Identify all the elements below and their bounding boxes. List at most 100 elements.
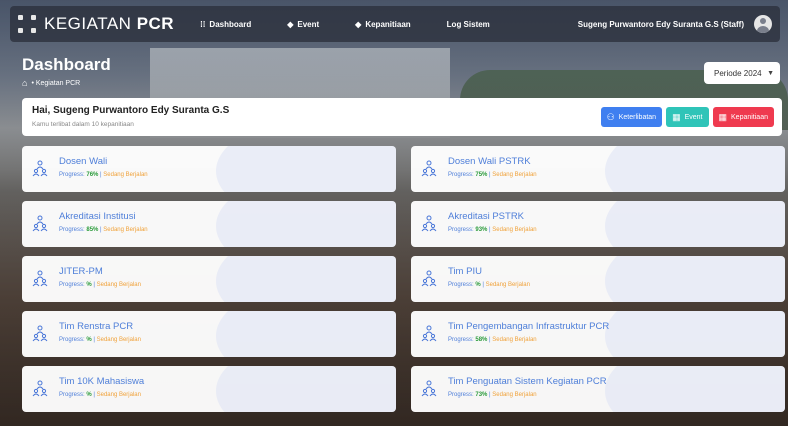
committee-card-3[interactable]: Akreditasi Institusi Progress: 85% | Sed… — [22, 201, 396, 247]
keterlibatan-button[interactable]: ⚇ Keterlibatan — [600, 107, 663, 127]
event-button[interactable]: ▦ Event — [666, 107, 709, 127]
period-select[interactable]: Periode 2024 ▼ — [704, 62, 780, 84]
committee-card-10[interactable]: Tim Penguatan Sistem Kegiatan PCR Progre… — [411, 366, 785, 412]
nav-label: Event — [297, 19, 320, 29]
kepanitiaan-button[interactable]: ▦ Kepanitiaan — [712, 107, 774, 127]
status-text: Sedang Berjalan — [492, 337, 537, 343]
progress-value: % — [475, 282, 481, 288]
card-progress: Progress: % | Sedang Berjalan — [448, 282, 530, 288]
brand-name: KEGIATAN PCR — [44, 14, 175, 33]
progress-value: 85% — [86, 227, 99, 233]
users-icon: ⚇ — [606, 111, 615, 122]
progress-label: Progress: — [59, 337, 85, 343]
page-title: Dashboard — [22, 55, 111, 74]
committee-card-7[interactable]: Tim Renstra PCR Progress: % | Sedang Ber… — [22, 311, 396, 357]
progress-label: Progress: — [59, 392, 85, 398]
progress-label: Progress: — [448, 172, 474, 178]
people-icon — [421, 215, 437, 232]
greeting-subtitle: Kamu terlibat dalam 10 kepanitiaan — [32, 121, 134, 128]
committee-card-9[interactable]: Tim 10K Mahasiswa Progress: % | Sedang B… — [22, 366, 396, 412]
breadcrumb: ⌂ • Kegiatan PCR — [22, 78, 80, 88]
committee-card-1[interactable]: Dosen Wali Progress: 76% | Sedang Berjal… — [22, 146, 396, 192]
nav-label: Kepanitiaan — [365, 19, 411, 29]
people-icon — [32, 325, 48, 342]
nav-event[interactable]: ◆ Event — [283, 14, 323, 34]
committee-card-8[interactable]: Tim Pengembangan Infrastruktur PCR Progr… — [411, 311, 785, 357]
card-title: Akreditasi PSTRK — [448, 211, 525, 222]
status-text: Sedang Berjalan — [96, 337, 141, 343]
card-progress: Progress: % | Sedang Berjalan — [59, 282, 141, 288]
card-title: Tim Renstra PCR — [59, 321, 134, 332]
navbar: KEGIATAN PCR ⁞⁞ Dashboard ◆ Event ◆ Kepa… — [10, 6, 780, 42]
brand-logo[interactable]: KEGIATAN PCR — [18, 14, 174, 34]
committee-card-4[interactable]: Akreditasi PSTRK Progress: 93% | Sedang … — [411, 201, 785, 247]
diamond-icon: ◆ — [287, 19, 294, 29]
card-title: JITER-PM — [59, 266, 103, 277]
calendar-icon: ▦ — [718, 111, 728, 122]
progress-value: 75% — [475, 172, 488, 178]
calendar-icon: ▦ — [672, 111, 681, 122]
nav-kepanitiaan[interactable]: ◆ Kepanitiaan — [351, 14, 415, 34]
people-icon — [421, 270, 437, 287]
greeting-title: Hai, Sugeng Purwantoro Edy Suranta G.S — [32, 105, 230, 116]
progress-label: Progress: — [59, 172, 85, 178]
progress-value: 76% — [86, 172, 99, 178]
breadcrumb-item[interactable]: Kegiatan PCR — [36, 80, 80, 87]
progress-label: Progress: — [448, 227, 474, 233]
card-progress: Progress: 93% | Sedang Berjalan — [448, 227, 537, 233]
progress-value: % — [86, 282, 92, 288]
people-icon — [32, 270, 48, 287]
progress-value: 93% — [475, 227, 488, 233]
card-progress: Progress: 73% | Sedang Berjalan — [448, 392, 537, 398]
committee-card-2[interactable]: Dosen Wali PSTRK Progress: 75% | Sedang … — [411, 146, 785, 192]
card-title: Tim PIU — [448, 266, 482, 277]
progress-value: 73% — [475, 392, 488, 398]
committee-card-5[interactable]: JITER-PM Progress: % | Sedang Berjalan — [22, 256, 396, 302]
status-text: Sedang Berjalan — [492, 172, 537, 178]
progress-label: Progress: — [59, 227, 85, 233]
progress-value: % — [86, 337, 92, 343]
status-text: Sedang Berjalan — [492, 227, 537, 233]
nav-log-sistem[interactable]: Log Sistem — [443, 14, 494, 34]
people-icon — [32, 160, 48, 177]
user-menu[interactable]: Sugeng Purwantoro Edy Suranta G.S (Staff… — [578, 15, 772, 33]
progress-value: % — [86, 392, 92, 398]
nav-label: Log Sistem — [446, 19, 490, 29]
progress-label: Progress: — [59, 282, 85, 288]
avatar[interactable] — [754, 15, 772, 33]
committee-card-6[interactable]: Tim PIU Progress: % | Sedang Berjalan — [411, 256, 785, 302]
card-title: Tim 10K Mahasiswa — [59, 376, 145, 387]
card-title: Dosen Wali PSTRK — [448, 156, 531, 167]
card-progress: Progress: 58% | Sedang Berjalan — [448, 337, 537, 343]
period-value: Periode 2024 — [714, 68, 762, 78]
people-icon — [421, 380, 437, 397]
card-progress: Progress: % | Sedang Berjalan — [59, 337, 141, 343]
people-icon — [421, 325, 437, 342]
progress-label: Progress: — [448, 282, 474, 288]
progress-value: 58% — [475, 337, 488, 343]
greeting-panel: Hai, Sugeng Purwantoro Edy Suranta G.S K… — [22, 98, 782, 136]
card-progress: Progress: 75% | Sedang Berjalan — [448, 172, 537, 178]
status-text: Sedang Berjalan — [96, 282, 141, 288]
card-title: Akreditasi Institusi — [59, 211, 136, 222]
home-icon[interactable]: ⌂ — [22, 78, 27, 88]
user-name: Sugeng Purwantoro Edy Suranta G.S (Staff… — [577, 19, 744, 29]
card-title: Dosen Wali — [59, 156, 108, 167]
card-progress: Progress: 76% | Sedang Berjalan — [59, 172, 148, 178]
diamond-icon: ◆ — [355, 19, 362, 29]
nav-label: Dashboard — [209, 19, 252, 29]
status-text: Sedang Berjalan — [103, 227, 148, 233]
progress-label: Progress: — [448, 392, 474, 398]
status-text: Sedang Berjalan — [492, 392, 537, 398]
card-progress: Progress: % | Sedang Berjalan — [59, 392, 141, 398]
status-text: Sedang Berjalan — [96, 392, 141, 398]
nav-dashboard[interactable]: ⁞⁞ Dashboard — [196, 14, 255, 34]
grid-icon: ⁞⁞ — [200, 19, 206, 29]
card-title: Tim Pengembangan Infrastruktur PCR — [448, 321, 610, 332]
chevron-down-icon: ▼ — [767, 69, 774, 77]
people-icon — [32, 215, 48, 232]
people-icon — [32, 380, 48, 397]
status-text: Sedang Berjalan — [485, 282, 530, 288]
card-title: Tim Penguatan Sistem Kegiatan PCR — [448, 376, 607, 387]
progress-label: Progress: — [448, 337, 474, 343]
